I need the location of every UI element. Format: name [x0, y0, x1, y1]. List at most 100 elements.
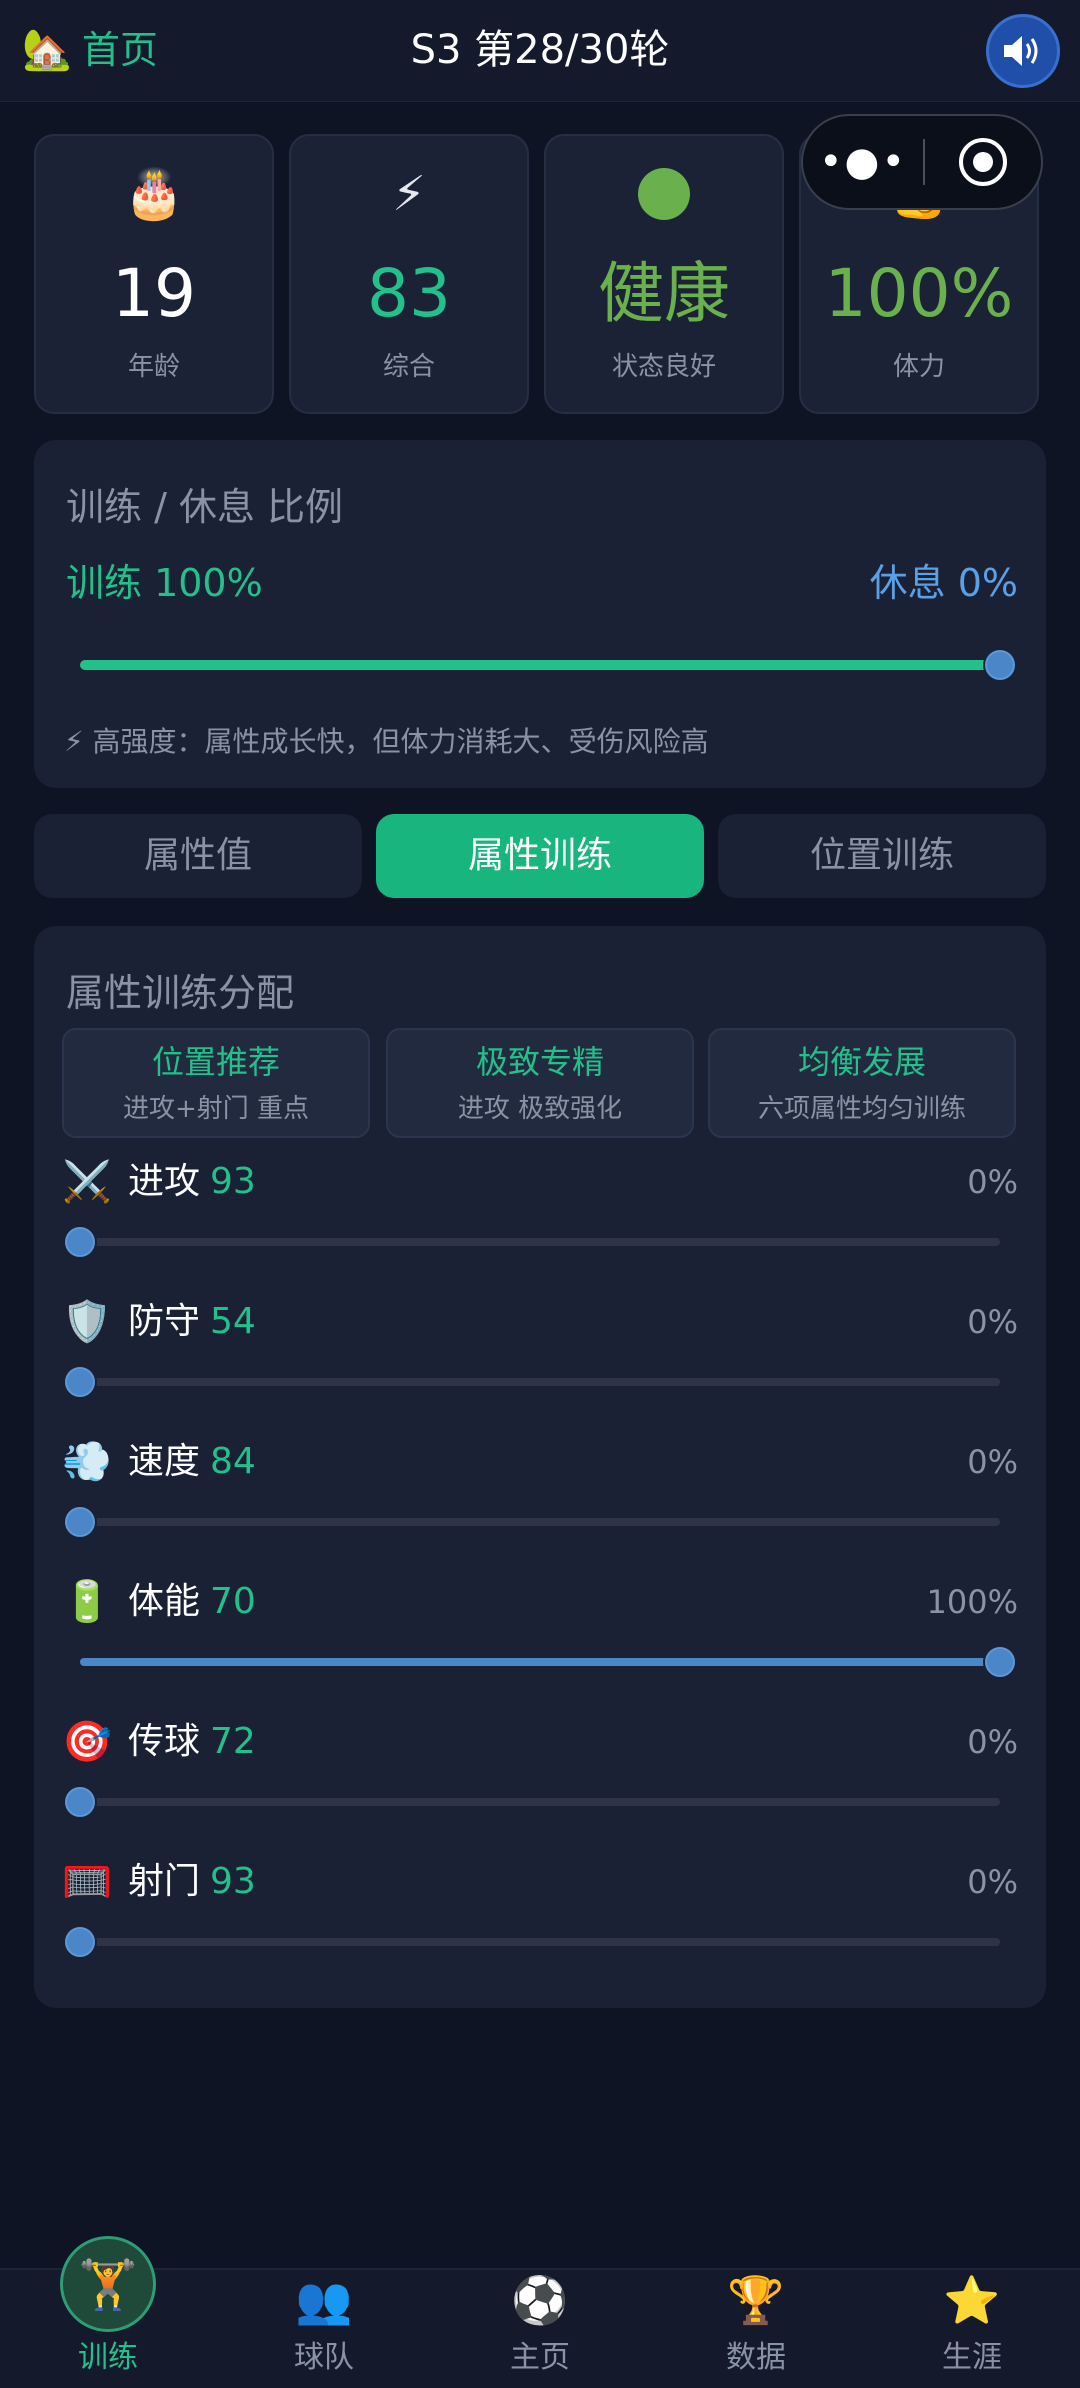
attribute-percent: 0%: [967, 1723, 1018, 1761]
nav-label: 球队: [294, 2340, 354, 2375]
stat-caption: 体力: [892, 352, 945, 382]
bottom-nav: 🏋️ 训练 👥 球队 ⚽ 主页 🏆 数据 ⭐ 生涯: [0, 2236, 1080, 2388]
stat-value: 100%: [824, 255, 1014, 332]
attribute-name: 防守 54: [128, 1301, 256, 1342]
preset-name: 均衡发展: [797, 1043, 926, 1081]
nav-label: 训练: [78, 2340, 138, 2375]
attribute-percent: 0%: [967, 1303, 1018, 1341]
attribute-slider-fitness[interactable]: [80, 1645, 1017, 1679]
attribute-score: 70: [210, 1581, 256, 1622]
preset-desc: 六项属性均匀训练: [757, 1094, 966, 1124]
more-button[interactable]: •●•: [803, 142, 923, 182]
weightlifter-icon: 🏋️: [60, 2236, 156, 2332]
attribute-row-fitness: 🔋 体能 70 100%: [34, 1574, 1046, 1714]
cake-icon: 🎂: [124, 166, 184, 222]
attribute-slider-attack[interactable]: [63, 1225, 1000, 1259]
close-miniprogram-button[interactable]: [925, 136, 1041, 188]
nav-training[interactable]: 🏋️ 训练: [0, 2236, 216, 2388]
attribute-slider-speed[interactable]: [63, 1505, 1000, 1539]
tab-attribute-values[interactable]: 属性值: [34, 814, 362, 898]
ratio-slider[interactable]: [80, 648, 1017, 682]
nav-label: 数据: [726, 2340, 786, 2375]
attribute-slider-fill: [80, 1658, 1000, 1666]
top-bar: 🏡 首页 S3 第28/30轮: [0, 0, 1080, 102]
attribute-slider-defense[interactable]: [63, 1365, 1000, 1399]
health-dot-icon: [546, 166, 782, 232]
stat-caption: 状态良好: [611, 352, 716, 382]
attribute-score: 93: [210, 1861, 256, 1902]
ratio-slider-fill: [80, 660, 1000, 670]
attribute-name: 射门 93: [128, 1861, 256, 1902]
attribute-row-passing: 🎯 传球 72 0%: [34, 1714, 1046, 1854]
preset-desc: 进攻 极致强化: [457, 1094, 623, 1124]
team-icon: 👥: [295, 2273, 353, 2327]
preset-extreme-specialize[interactable]: 极致专精 进攻 极致强化: [386, 1028, 694, 1138]
preset-balanced[interactable]: 均衡发展 六项属性均匀训练: [708, 1028, 1016, 1138]
ratio-slider-handle[interactable]: [983, 648, 1017, 682]
stat-card-age: 🎂 19 年龄: [34, 134, 274, 414]
ratio-title: 训练 / 休息 比例: [66, 485, 344, 529]
train-percent-label: 训练 100%: [66, 561, 263, 605]
stat-value: 83: [367, 255, 451, 332]
swords-icon: ⚔️: [62, 1159, 112, 1205]
nav-home[interactable]: ⚽ 主页: [432, 2270, 648, 2388]
attribute-percent: 0%: [967, 1443, 1018, 1481]
stat-caption: 综合: [382, 352, 435, 382]
preset-position-recommend[interactable]: 位置推荐 进攻+射门 重点: [62, 1028, 370, 1138]
stat-caption: 年龄: [127, 352, 180, 382]
battery-icon: 🔋: [62, 1579, 112, 1625]
preset-name: 位置推荐: [151, 1043, 280, 1081]
rest-percent-label: 休息 0%: [869, 561, 1018, 605]
stat-card-health: 健康 状态良好: [544, 134, 784, 414]
target-close-icon: [959, 138, 1007, 186]
nav-team[interactable]: 👥 球队: [216, 2270, 432, 2388]
attribute-percent: 0%: [967, 1163, 1018, 1201]
allocation-panel: 属性训练分配 位置推荐 进攻+射门 重点 极致专精 进攻 极致强化 均衡发展 六…: [34, 926, 1046, 2008]
lightning-icon: ⚡: [392, 166, 426, 222]
wind-icon: 💨: [62, 1439, 112, 1485]
attribute-name: 传球 72: [128, 1721, 256, 1762]
attribute-slider-handle[interactable]: [63, 1925, 97, 1959]
stat-value: 19: [112, 255, 196, 332]
sound-button[interactable]: [986, 14, 1060, 88]
shield-icon: 🛡️: [62, 1299, 112, 1345]
target-icon: 🎯: [62, 1719, 112, 1765]
attribute-score: 93: [210, 1161, 256, 1202]
miniprogram-capsule: •●•: [801, 114, 1043, 210]
nav-label: 主页: [510, 2340, 570, 2375]
preset-name: 极致专精: [475, 1043, 604, 1081]
attribute-slider-passing[interactable]: [63, 1785, 1000, 1819]
soccer-ball-icon: ⚽: [511, 2273, 569, 2327]
nav-label: 生涯: [942, 2340, 1002, 2375]
attribute-percent: 100%: [926, 1583, 1018, 1621]
tab-position-training[interactable]: 位置训练: [718, 814, 1046, 898]
nav-career[interactable]: ⭐ 生涯: [864, 2270, 1080, 2388]
attribute-slider-shooting[interactable]: [63, 1925, 1000, 1959]
trophy-icon: 🏆: [727, 2273, 785, 2327]
attribute-row-shooting: 🥅 射门 93 0%: [34, 1854, 1046, 1994]
attribute-row-speed: 💨 速度 84 0%: [34, 1434, 1046, 1574]
attribute-row-attack: ⚔️ 进攻 93 0%: [34, 1154, 1046, 1294]
attribute-name: 进攻 93: [128, 1161, 256, 1202]
attribute-slider-handle[interactable]: [63, 1365, 97, 1399]
stat-card-overall: ⚡ 83 综合: [289, 134, 529, 414]
attribute-score: 72: [210, 1721, 256, 1762]
speaker-icon: [1004, 36, 1038, 66]
attribute-slider-handle[interactable]: [983, 1645, 1017, 1679]
stat-value: 健康: [598, 255, 730, 332]
attribute-score: 54: [210, 1301, 256, 1342]
attribute-slider-handle[interactable]: [63, 1785, 97, 1819]
intensity-hint: ⚡ 高强度：属性成长快，但体力消耗大、受伤风险高: [64, 725, 709, 758]
tab-attribute-training[interactable]: 属性训练: [376, 814, 704, 898]
attribute-slider-handle[interactable]: [63, 1505, 97, 1539]
preset-desc: 进攻+射门 重点: [122, 1094, 310, 1124]
attribute-score: 84: [210, 1441, 256, 1482]
ratio-panel: 训练 / 休息 比例 训练 100% 休息 0% ⚡ 高强度：属性成长快，但体力…: [34, 440, 1046, 788]
allocation-title: 属性训练分配: [66, 971, 295, 1015]
goal-net-icon: 🥅: [62, 1859, 112, 1905]
star-icon: ⭐: [943, 2273, 1001, 2327]
nav-stats[interactable]: 🏆 数据: [648, 2270, 864, 2388]
attribute-row-defense: 🛡️ 防守 54 0%: [34, 1294, 1046, 1434]
round-title: S3 第28/30轮: [410, 27, 670, 73]
attribute-slider-handle[interactable]: [63, 1225, 97, 1259]
